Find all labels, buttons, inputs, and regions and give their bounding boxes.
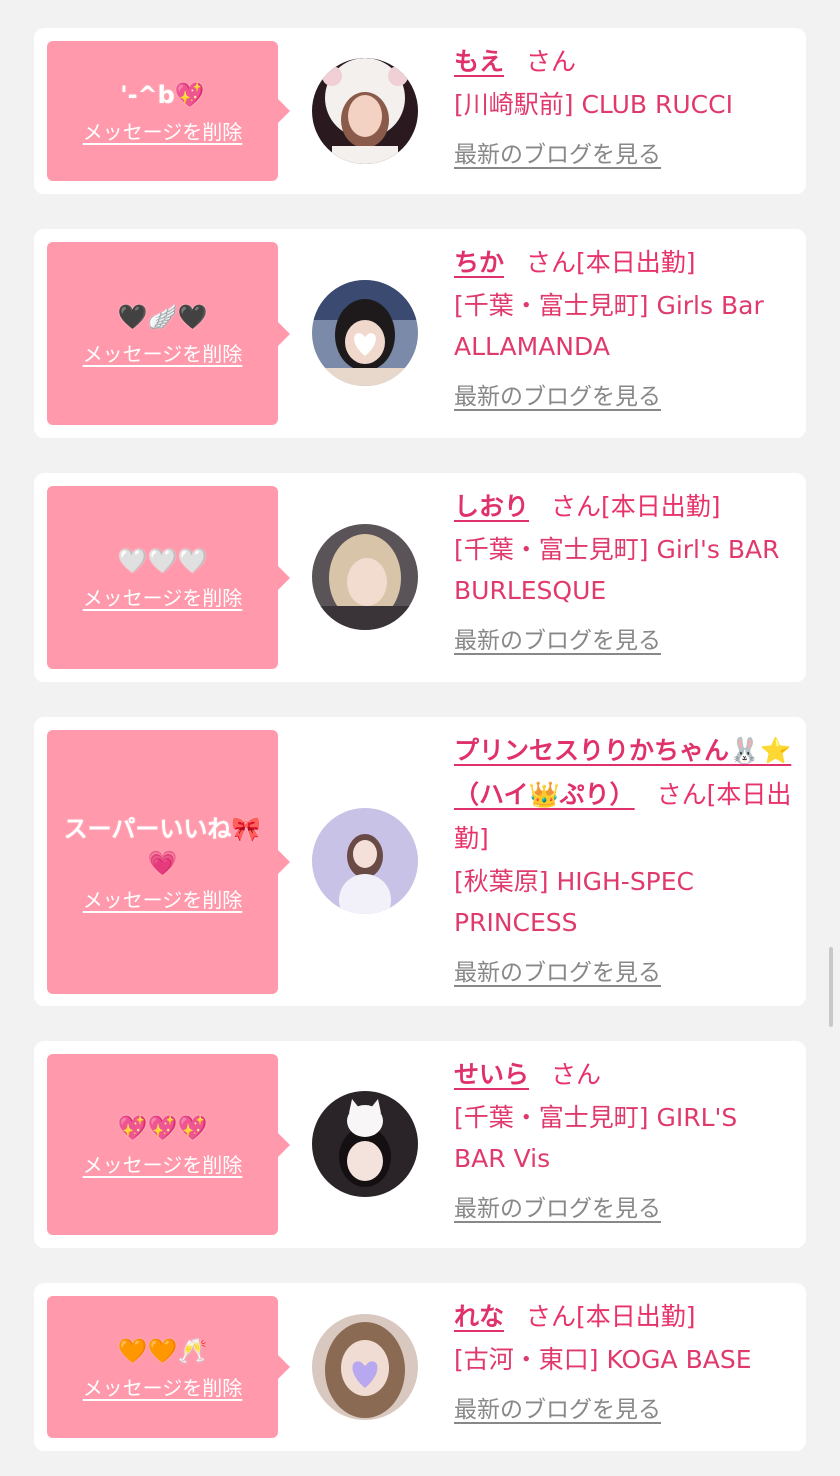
shop-name: [千葉・富士見町] Girl's BAR BURLESQUE [454, 535, 780, 605]
name-line: せいら さん [454, 1053, 794, 1097]
latest-blog-link[interactable]: 最新のブログを見る [454, 1390, 661, 1424]
name-line: しおり さん[本日出勤] [454, 485, 794, 529]
cast-name-link[interactable]: れな [454, 1302, 504, 1331]
honorific: さん [526, 47, 577, 76]
message-card: 💖💖💖 メッセージを削除 せいら さん [千葉・富士見町] GIRL'S BAR … [34, 1041, 806, 1248]
delete-message-link[interactable]: メッセージを削除 [83, 1149, 243, 1178]
name-line: れな さん[本日出勤] [454, 1295, 794, 1339]
delete-message-link[interactable]: メッセージを削除 [83, 582, 243, 611]
cast-name-link[interactable]: しおり [454, 492, 529, 521]
scrollbar[interactable] [829, 947, 833, 1027]
message-text: 🖤🪽🖤 [117, 303, 208, 331]
cast-info: もえ さん [川崎駅前] CLUB RUCCI 最新のブログを見る [454, 40, 794, 169]
latest-blog-link[interactable]: 最新のブログを見る [454, 377, 661, 411]
cast-info: れな さん[本日出勤] [古河・東口] KOGA BASE 最新のブログを見る [454, 1295, 794, 1424]
cast-info: ちか さん[本日出勤] [千葉・富士見町] Girls Bar ALLAMANDA… [454, 241, 794, 411]
latest-blog-link[interactable]: 最新のブログを見る [454, 953, 661, 987]
attendance-status: [本日出勤] [576, 248, 696, 277]
cast-info: せいら さん [千葉・富士見町] GIRL'S BAR Vis 最新のブログを見る [454, 1053, 794, 1223]
message-text: スーパーいいね🎀💗 [63, 814, 262, 877]
shop-name: [古河・東口] KOGA BASE [454, 1345, 752, 1374]
honorific: さん [526, 1302, 577, 1331]
shop-name: [千葉・富士見町] Girls Bar ALLAMANDA [454, 291, 764, 361]
message-text: 💖💖💖 [117, 1114, 208, 1142]
shop-name: [千葉・富士見町] GIRL'S BAR Vis [454, 1103, 738, 1173]
latest-blog-link[interactable]: 最新のブログを見る [454, 1189, 661, 1223]
cast-name-link[interactable]: ちか [454, 248, 504, 277]
cast-name-link[interactable]: せいら [454, 1060, 529, 1089]
name-line: プリンセスりりかちゃん🐰⭐️（ハイ👑ぷり） さん[本日出勤] [454, 729, 794, 861]
delete-message-link[interactable]: メッセージを削除 [83, 1372, 243, 1401]
avatar[interactable] [312, 280, 418, 386]
message-bubble: 💖💖💖 メッセージを削除 [47, 1054, 290, 1235]
delete-message-link[interactable]: メッセージを削除 [83, 884, 243, 913]
latest-blog-link[interactable]: 最新のブログを見る [454, 135, 661, 169]
cast-info: しおり さん[本日出勤] [千葉・富士見町] Girl's BAR BURLESQ… [454, 485, 794, 655]
message-card: 🧡🧡🥂 メッセージを削除 れな さん[本日出勤] [古河・東口] KOGA BAS… [34, 1283, 806, 1451]
message-card: '-^b💖 メッセージを削除 もえ さん [川崎駅前] CLUB RUCCI 最新… [34, 28, 806, 194]
honorific: さん [656, 780, 707, 809]
shop-name: [川崎駅前] CLUB RUCCI [454, 90, 733, 119]
delete-message-link[interactable]: メッセージを削除 [83, 116, 243, 145]
message-text: '-^b💖 [120, 80, 205, 109]
cast-info: プリンセスりりかちゃん🐰⭐️（ハイ👑ぷり） さん[本日出勤] [秋葉原] HIGH… [454, 729, 794, 987]
message-card: 🤍🤍🤍 メッセージを削除 しおり さん[本日出勤] [千葉・富士見町] Girl'… [34, 473, 806, 682]
message-bubble: 🤍🤍🤍 メッセージを削除 [47, 486, 290, 669]
avatar[interactable] [312, 1314, 418, 1420]
latest-blog-link[interactable]: 最新のブログを見る [454, 621, 661, 655]
honorific: さん [526, 248, 577, 277]
attendance-status: [本日出勤] [601, 492, 721, 521]
delete-message-link[interactable]: メッセージを削除 [83, 338, 243, 367]
honorific: さん [551, 1060, 602, 1089]
attendance-status: [本日出勤] [576, 1302, 696, 1331]
message-bubble: 🖤🪽🖤 メッセージを削除 [47, 242, 290, 425]
message-bubble: スーパーいいね🎀💗 メッセージを削除 [47, 730, 290, 994]
message-bubble: '-^b💖 メッセージを削除 [47, 41, 290, 181]
message-text: 🧡🧡🥂 [117, 1336, 208, 1365]
cast-name-link[interactable]: もえ [454, 47, 504, 76]
name-line: もえ さん [454, 40, 794, 84]
message-card: スーパーいいね🎀💗 メッセージを削除 プリンセスりりかちゃん🐰⭐️（ハイ👑ぷり）… [34, 717, 806, 1006]
avatar[interactable] [312, 58, 418, 164]
honorific: さん [551, 492, 602, 521]
message-text: 🤍🤍🤍 [117, 547, 208, 575]
shop-name: [秋葉原] HIGH-SPEC PRINCESS [454, 867, 695, 937]
avatar[interactable] [312, 808, 418, 914]
avatar[interactable] [312, 524, 418, 630]
avatar[interactable] [312, 1091, 418, 1197]
message-bubble: 🧡🧡🥂 メッセージを削除 [47, 1296, 290, 1438]
name-line: ちか さん[本日出勤] [454, 241, 794, 285]
message-card: 🖤🪽🖤 メッセージを削除 ちか さん[本日出勤] [千葉・富士見町] Girls … [34, 229, 806, 438]
